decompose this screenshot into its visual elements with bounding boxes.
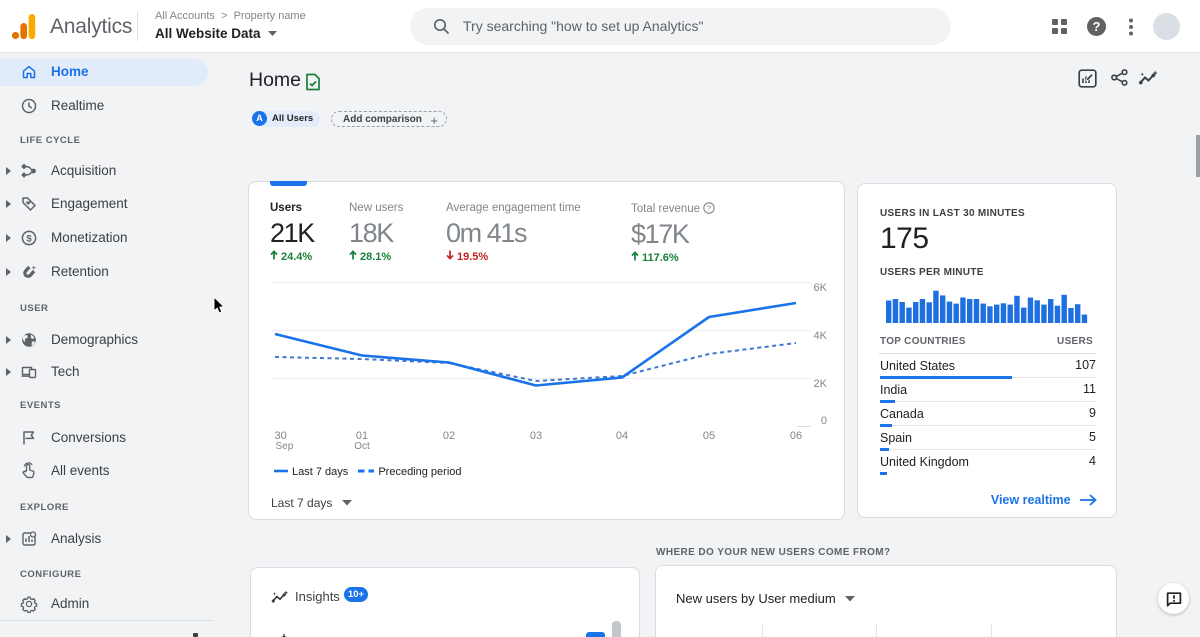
svg-text:Oct: Oct — [354, 441, 370, 452]
svg-text:4K: 4K — [814, 330, 828, 342]
svg-text:2K: 2K — [814, 378, 828, 390]
svg-text:$: $ — [26, 233, 32, 244]
svg-text:Sep: Sep — [276, 441, 294, 452]
svg-text:6K: 6K — [814, 282, 828, 294]
svg-text:0: 0 — [821, 415, 827, 427]
svg-text:?: ? — [707, 204, 711, 213]
